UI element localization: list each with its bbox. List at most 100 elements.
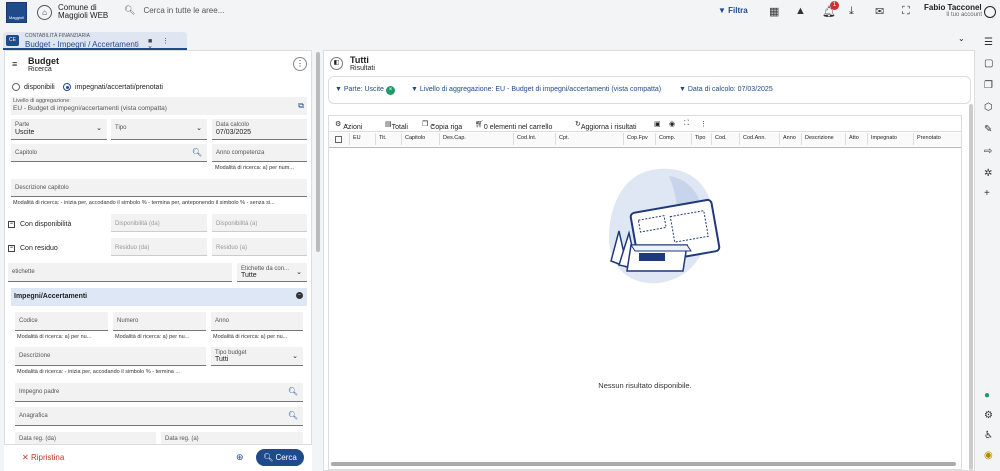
apps-icon[interactable]: ▦ [769,5,779,18]
accessibility-icon[interactable]: ♿︎ [984,430,993,441]
collapse-icon[interactable]: − [296,292,303,299]
global-search-input[interactable]: 🔍︎ Cerca in tutte le aree... [124,5,224,16]
column-header[interactable]: Atto [845,133,867,145]
active-filters: ▼ Parte: Uscite × ▼ Livello di aggregazio… [328,76,971,104]
tags-icon[interactable]: ⬡ [984,102,993,113]
totali-button[interactable]: ▤ Totali [385,120,408,131]
more-options-button[interactable]: ⋮ [293,57,307,71]
account-icon[interactable] [984,6,996,18]
copia-riga-menu[interactable]: ❐ Copia riga ⌄ [422,120,462,131]
data-calcolo-field[interactable]: Data calcolo 07/03/2025 [212,119,307,140]
expand-icon[interactable]: ⛶ [684,120,689,128]
search-icon[interactable]: 🔍︎ [288,387,298,396]
filter-chip-livello[interactable]: ▼ Livello di aggregazione: EU - Budget d… [411,86,661,93]
column-header[interactable]: Cpt. [555,133,623,145]
view-icon[interactable]: ◉ [669,120,675,128]
residuo-a-field[interactable]: Residuo (a) [212,238,307,256]
disponibilita-a-field[interactable]: Disponibilità (a) [212,214,307,232]
download-icon[interactable]: ⤓ [849,5,854,18]
anno-field[interactable]: Anno [211,312,303,331]
user-menu[interactable]: Fabio Tacconell... Il tuo account [924,3,982,18]
fullscreen-icon[interactable]: ⛶ [902,5,910,18]
select-all-checkbox[interactable] [329,133,349,145]
etichette-field[interactable]: etichette [8,263,232,282]
disponibilita-da-field[interactable]: Disponibilità (da) [111,214,207,232]
settings-icon[interactable]: ⚙ [984,410,993,421]
column-header[interactable]: Cod.Ann. [739,133,779,145]
impegni-section-header[interactable]: Impegni/Accertamenti − [11,288,307,306]
notification-badge: 1 [830,1,839,10]
remove-filter-icon[interactable]: × [385,86,395,95]
location-icon[interactable]: ● [984,390,990,401]
tab-badge: CE [6,35,19,46]
anagrafica-field[interactable]: Anagrafica 🔍︎ [15,407,303,426]
copy-icon[interactable]: ❐ [984,80,993,91]
zoom-search-icon[interactable]: ⊕ [236,452,244,463]
list-icon[interactable]: ☰ [984,37,993,48]
residuo-da-field[interactable]: Residuo (da) [111,238,207,256]
left-scrollbar[interactable] [316,52,320,252]
codice-field[interactable]: Codice [15,312,108,331]
column-header[interactable]: Des.Cap. [439,133,513,145]
column-header[interactable]: Tit. [375,133,401,145]
radio-impegnati[interactable]: impegnati/accertati/prenotati [63,83,163,91]
mail-icon[interactable]: ✉ [875,5,884,18]
radio-disponibili[interactable]: disponibili [12,83,55,91]
search-icon[interactable]: 🔍︎ [192,148,202,157]
right-scrollbar[interactable] [969,104,973,470]
chevron-down-icon[interactable]: ⌄ [958,34,965,43]
column-header[interactable]: Descrizione [801,133,845,145]
column-header[interactable]: EU [349,133,375,145]
help-icon[interactable]: ◉ [984,450,993,461]
column-header[interactable]: Cod. [711,133,739,145]
anno-competenza-field[interactable]: Anno competenza [212,144,307,162]
column-header[interactable]: Cod.Int. [513,133,555,145]
impegno-padre-field[interactable]: Impegno padre 🔍︎ [15,383,303,402]
filter-chip-parte[interactable]: ▼ Parte: Uscite × [335,86,395,95]
numero-field[interactable]: Numero [113,312,206,331]
tab-budget[interactable]: CE CONTABILITÀ FINANZIARIA Budget - Impe… [3,32,187,52]
print-icon[interactable]: ▣ [654,120,661,128]
anno-hint: Modalità di ricerca: a) per num... [215,165,294,171]
column-header[interactable]: Comp. [655,133,691,145]
maggioli-logo[interactable]: Maggioli [6,2,27,23]
con-residuo-checkbox[interactable]: − Con residuo [8,245,58,252]
search-icon[interactable]: 🔍︎ [288,411,298,420]
export-icon[interactable]: ⇨ [984,146,992,157]
more-icon[interactable]: ⋮ [700,120,707,128]
column-header[interactable]: Cop.Fpv [623,133,655,145]
con-disponibilita-checkbox[interactable]: − Con disponibilità [8,221,71,228]
column-header[interactable]: Anno [779,133,801,145]
warning-icon[interactable]: ▲ [795,5,806,17]
empty-message: Nessun risultato disponibile. [598,381,692,390]
chevron-down-icon: ⌄ [292,353,298,360]
column-header[interactable]: Capitolo [401,133,439,145]
filter-button[interactable]: ▼ Filtra [718,6,748,15]
column-header[interactable]: Prenotato [913,133,961,145]
open-link-icon[interactable]: ⧉ [298,101,304,111]
azioni-menu[interactable]: ⚙ Azioni ⌄ [335,120,362,131]
panel-toggle-icon[interactable]: ◧ [330,57,343,70]
ripristina-button[interactable]: ✕ Ripristina [22,453,64,462]
carrello-button[interactable]: 🛒︎ 0 elementi nel carrello [475,120,552,131]
tipo-select[interactable]: Tipo ⌄ [111,119,207,140]
parte-select[interactable]: Parte Uscite ⌄ [11,119,107,140]
filter-chip-data[interactable]: ▼ Data di calcolo: 07/03/2025 [679,86,773,93]
column-header[interactable]: Tipo [691,133,711,145]
home-icon[interactable]: ⌂ [37,5,52,20]
capitolo-field[interactable]: Capitolo 🔍︎ [11,144,207,162]
etichette-con-select[interactable]: Etichette da con... Tutte ⌄ [237,263,307,282]
cerca-button[interactable]: 🔍︎ Cerca [256,449,304,466]
descrizione-capitolo-field[interactable]: Descrizione capitolo [11,179,307,197]
edit-icon[interactable]: ✎ [984,124,992,135]
horizontal-scrollbar[interactable] [331,462,956,466]
tipo-budget-select[interactable]: Tipo budget Tutti ⌄ [211,347,303,366]
document-icon[interactable]: ▢ [984,58,993,69]
filter-list-icon: ≡ [12,59,18,69]
add-icon[interactable]: + [984,188,990,199]
descrizione-field[interactable]: Descrizione [15,347,206,366]
chevron-down-icon: ⌄ [96,125,102,132]
column-header[interactable]: Impegnato [867,133,913,145]
network-icon[interactable]: ✲ [984,168,992,179]
aggiorna-button[interactable]: ↻ Aggiorna i risultati [575,120,637,131]
